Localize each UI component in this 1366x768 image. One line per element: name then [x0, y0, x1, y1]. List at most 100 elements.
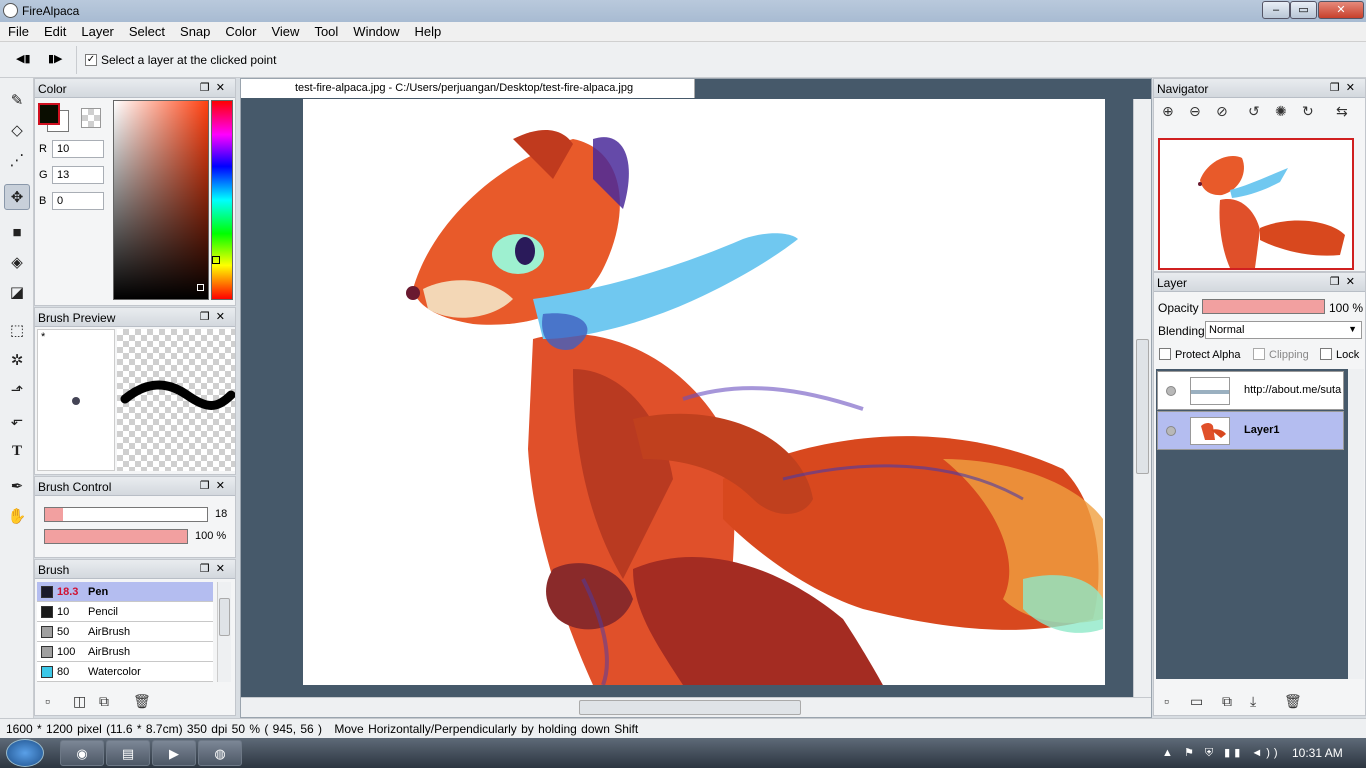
- saturation-value-picker[interactable]: [113, 100, 209, 300]
- status-size-cm: (11.6 * 8.7cm): [106, 722, 183, 736]
- layer-panel-title: Layer: [1157, 276, 1188, 290]
- layer-row[interactable]: Layer1: [1157, 411, 1344, 450]
- layer-opacity-slider[interactable]: [1202, 299, 1325, 314]
- scrollbar-thumb[interactable]: [219, 598, 230, 636]
- select-eraser-tool-icon[interactable]: ⬐: [4, 408, 30, 434]
- duplicate-brush-icon[interactable]: ⧉: [99, 693, 109, 710]
- rotate-left-icon[interactable]: ↺: [1248, 103, 1260, 120]
- brush-preview-title: Brush Preview: [38, 311, 116, 325]
- menu-snap[interactable]: Snap: [172, 22, 217, 39]
- pen-tool-icon[interactable]: ✎: [4, 88, 30, 114]
- menu-edit[interactable]: Edit: [36, 22, 73, 39]
- brush-item[interactable]: 10 Pencil: [37, 602, 213, 622]
- new-brush-icon[interactable]: ▫: [45, 693, 50, 709]
- zoom-out-icon[interactable]: ⊖: [1189, 103, 1201, 120]
- select-tool-icon[interactable]: ⬚: [4, 318, 30, 344]
- magic-wand-tool-icon[interactable]: ✲: [4, 348, 30, 374]
- r-value-input[interactable]: 10: [52, 140, 104, 158]
- brush-item[interactable]: 18.3 Pen: [37, 582, 213, 602]
- panel-float-close-icon[interactable]: ❐✕: [1330, 275, 1361, 288]
- menu-tool[interactable]: Tool: [306, 22, 345, 39]
- menu-window[interactable]: Window: [345, 22, 406, 39]
- layer-panel: Layer ❐✕ Opacity 100 % Blending Normal ▼ P…: [1153, 272, 1366, 716]
- layer-row[interactable]: http://about.me/suta: [1157, 371, 1344, 410]
- blending-select[interactable]: Normal ▼: [1205, 321, 1362, 339]
- dot-tool-icon[interactable]: ⋰: [4, 148, 30, 174]
- horizontal-scroll-thumb[interactable]: [579, 700, 801, 715]
- menu-help[interactable]: Help: [407, 22, 449, 39]
- zoom-reset-icon[interactable]: ⊘: [1216, 103, 1228, 120]
- brush-item[interactable]: 100 AirBrush: [37, 642, 213, 662]
- menu-color[interactable]: Color: [217, 22, 263, 39]
- layer-visibility-icon[interactable]: [1166, 426, 1176, 436]
- media-player-taskbar-icon[interactable]: ▶: [152, 740, 196, 766]
- explorer-taskbar-icon[interactable]: ▤: [106, 740, 150, 766]
- close-button[interactable]: ✕: [1318, 1, 1364, 19]
- start-button[interactable]: [6, 739, 44, 767]
- brush-item[interactable]: 80 Watercolor: [37, 662, 213, 682]
- edit-brush-icon[interactable]: ◫: [73, 693, 86, 710]
- hue-slider[interactable]: [211, 100, 233, 300]
- panel-float-close-icon[interactable]: ❐✕: [200, 81, 231, 94]
- brush-swatch: [41, 626, 53, 638]
- clock[interactable]: 10:31 AM: [1292, 746, 1343, 760]
- drawing-canvas[interactable]: [303, 99, 1105, 685]
- lock-checkbox[interactable]: [1320, 348, 1332, 360]
- select-layer-checkbox[interactable]: ✓: [85, 54, 97, 66]
- menu-view[interactable]: View: [263, 22, 306, 39]
- fill-rect-tool-icon[interactable]: ■: [4, 220, 30, 246]
- brush-swatch: [41, 666, 53, 678]
- panel-float-close-icon[interactable]: ❐✕: [200, 562, 231, 575]
- maximize-button[interactable]: ▭: [1290, 1, 1317, 19]
- zoom-in-icon[interactable]: ⊕: [1162, 103, 1174, 120]
- move-tool-icon[interactable]: ✥: [4, 184, 30, 210]
- primary-color-swatch[interactable]: [38, 103, 60, 125]
- prev-frame-icon[interactable]: ◀▮: [16, 52, 31, 65]
- delete-brush-icon[interactable]: 🗑: [133, 693, 151, 710]
- new-layer-icon[interactable]: ▫: [1164, 693, 1169, 709]
- navigator-thumbnail[interactable]: [1158, 138, 1354, 270]
- menu-select[interactable]: Select: [121, 22, 172, 39]
- protect-alpha-checkbox[interactable]: [1159, 348, 1171, 360]
- transparent-color-swatch[interactable]: [81, 108, 101, 128]
- menu-file[interactable]: File: [0, 22, 36, 39]
- document-tab[interactable]: test-fire-alpaca.jpg - C:/Users/perjuang…: [241, 79, 695, 98]
- eyedropper-tool-icon[interactable]: ✒: [4, 474, 30, 500]
- canvas-horizontal-scrollbar[interactable]: [241, 697, 1151, 717]
- eraser-tool-icon[interactable]: ◇: [4, 118, 30, 144]
- layer-visibility-icon[interactable]: [1166, 386, 1176, 396]
- panel-float-close-icon[interactable]: ❐✕: [1330, 81, 1361, 94]
- panel-float-close-icon[interactable]: ❐✕: [200, 479, 231, 492]
- clipping-checkbox[interactable]: [1253, 348, 1265, 360]
- panel-float-close-icon[interactable]: ❐✕: [200, 310, 231, 323]
- select-pen-tool-icon[interactable]: ⬏: [4, 378, 30, 404]
- system-tray-icons[interactable]: ▲ ⚑ ⛨ ▮▮ ◄)): [1162, 746, 1282, 760]
- rotate-reset-icon[interactable]: ✺: [1275, 103, 1287, 120]
- b-value-input[interactable]: 0: [52, 192, 104, 210]
- flip-horizontal-icon[interactable]: ⇆: [1336, 103, 1348, 120]
- brush-opacity-slider[interactable]: [44, 529, 188, 544]
- layer-list-scrollbar[interactable]: [1348, 369, 1364, 679]
- brush-item[interactable]: 50 AirBrush: [37, 622, 213, 642]
- g-value-input[interactable]: 13: [52, 166, 104, 184]
- hand-tool-icon[interactable]: ✋: [4, 504, 30, 530]
- duplicate-layer-icon[interactable]: ⧉: [1222, 693, 1232, 710]
- brush-size-slider[interactable]: [44, 507, 208, 522]
- taskbar: ◉ ▤ ▶ ◍ ▲ ⚑ ⛨ ▮▮ ◄)) 10:31 AM: [0, 738, 1366, 768]
- layer-opacity-fill: [1203, 300, 1324, 313]
- canvas-vertical-scrollbar[interactable]: [1133, 99, 1151, 697]
- menu-layer[interactable]: Layer: [73, 22, 121, 39]
- rotate-right-icon[interactable]: ↻: [1302, 103, 1314, 120]
- chrome-taskbar-icon[interactable]: ◉: [60, 740, 104, 766]
- text-tool-icon[interactable]: T: [4, 438, 30, 464]
- gradient-tool-icon[interactable]: ◪: [4, 280, 30, 306]
- firealpaca-taskbar-icon[interactable]: ◍: [198, 740, 242, 766]
- bucket-tool-icon[interactable]: ◈: [4, 250, 30, 276]
- brush-list-scrollbar[interactable]: [217, 582, 231, 682]
- vertical-scroll-thumb[interactable]: [1136, 339, 1149, 474]
- next-frame-icon[interactable]: ▮▶: [48, 52, 63, 65]
- new-folder-icon[interactable]: ▭: [1190, 693, 1203, 710]
- minimize-button[interactable]: –: [1262, 1, 1290, 19]
- delete-layer-icon[interactable]: 🗑: [1284, 693, 1302, 710]
- merge-layer-icon[interactable]: ⤓: [1250, 693, 1256, 710]
